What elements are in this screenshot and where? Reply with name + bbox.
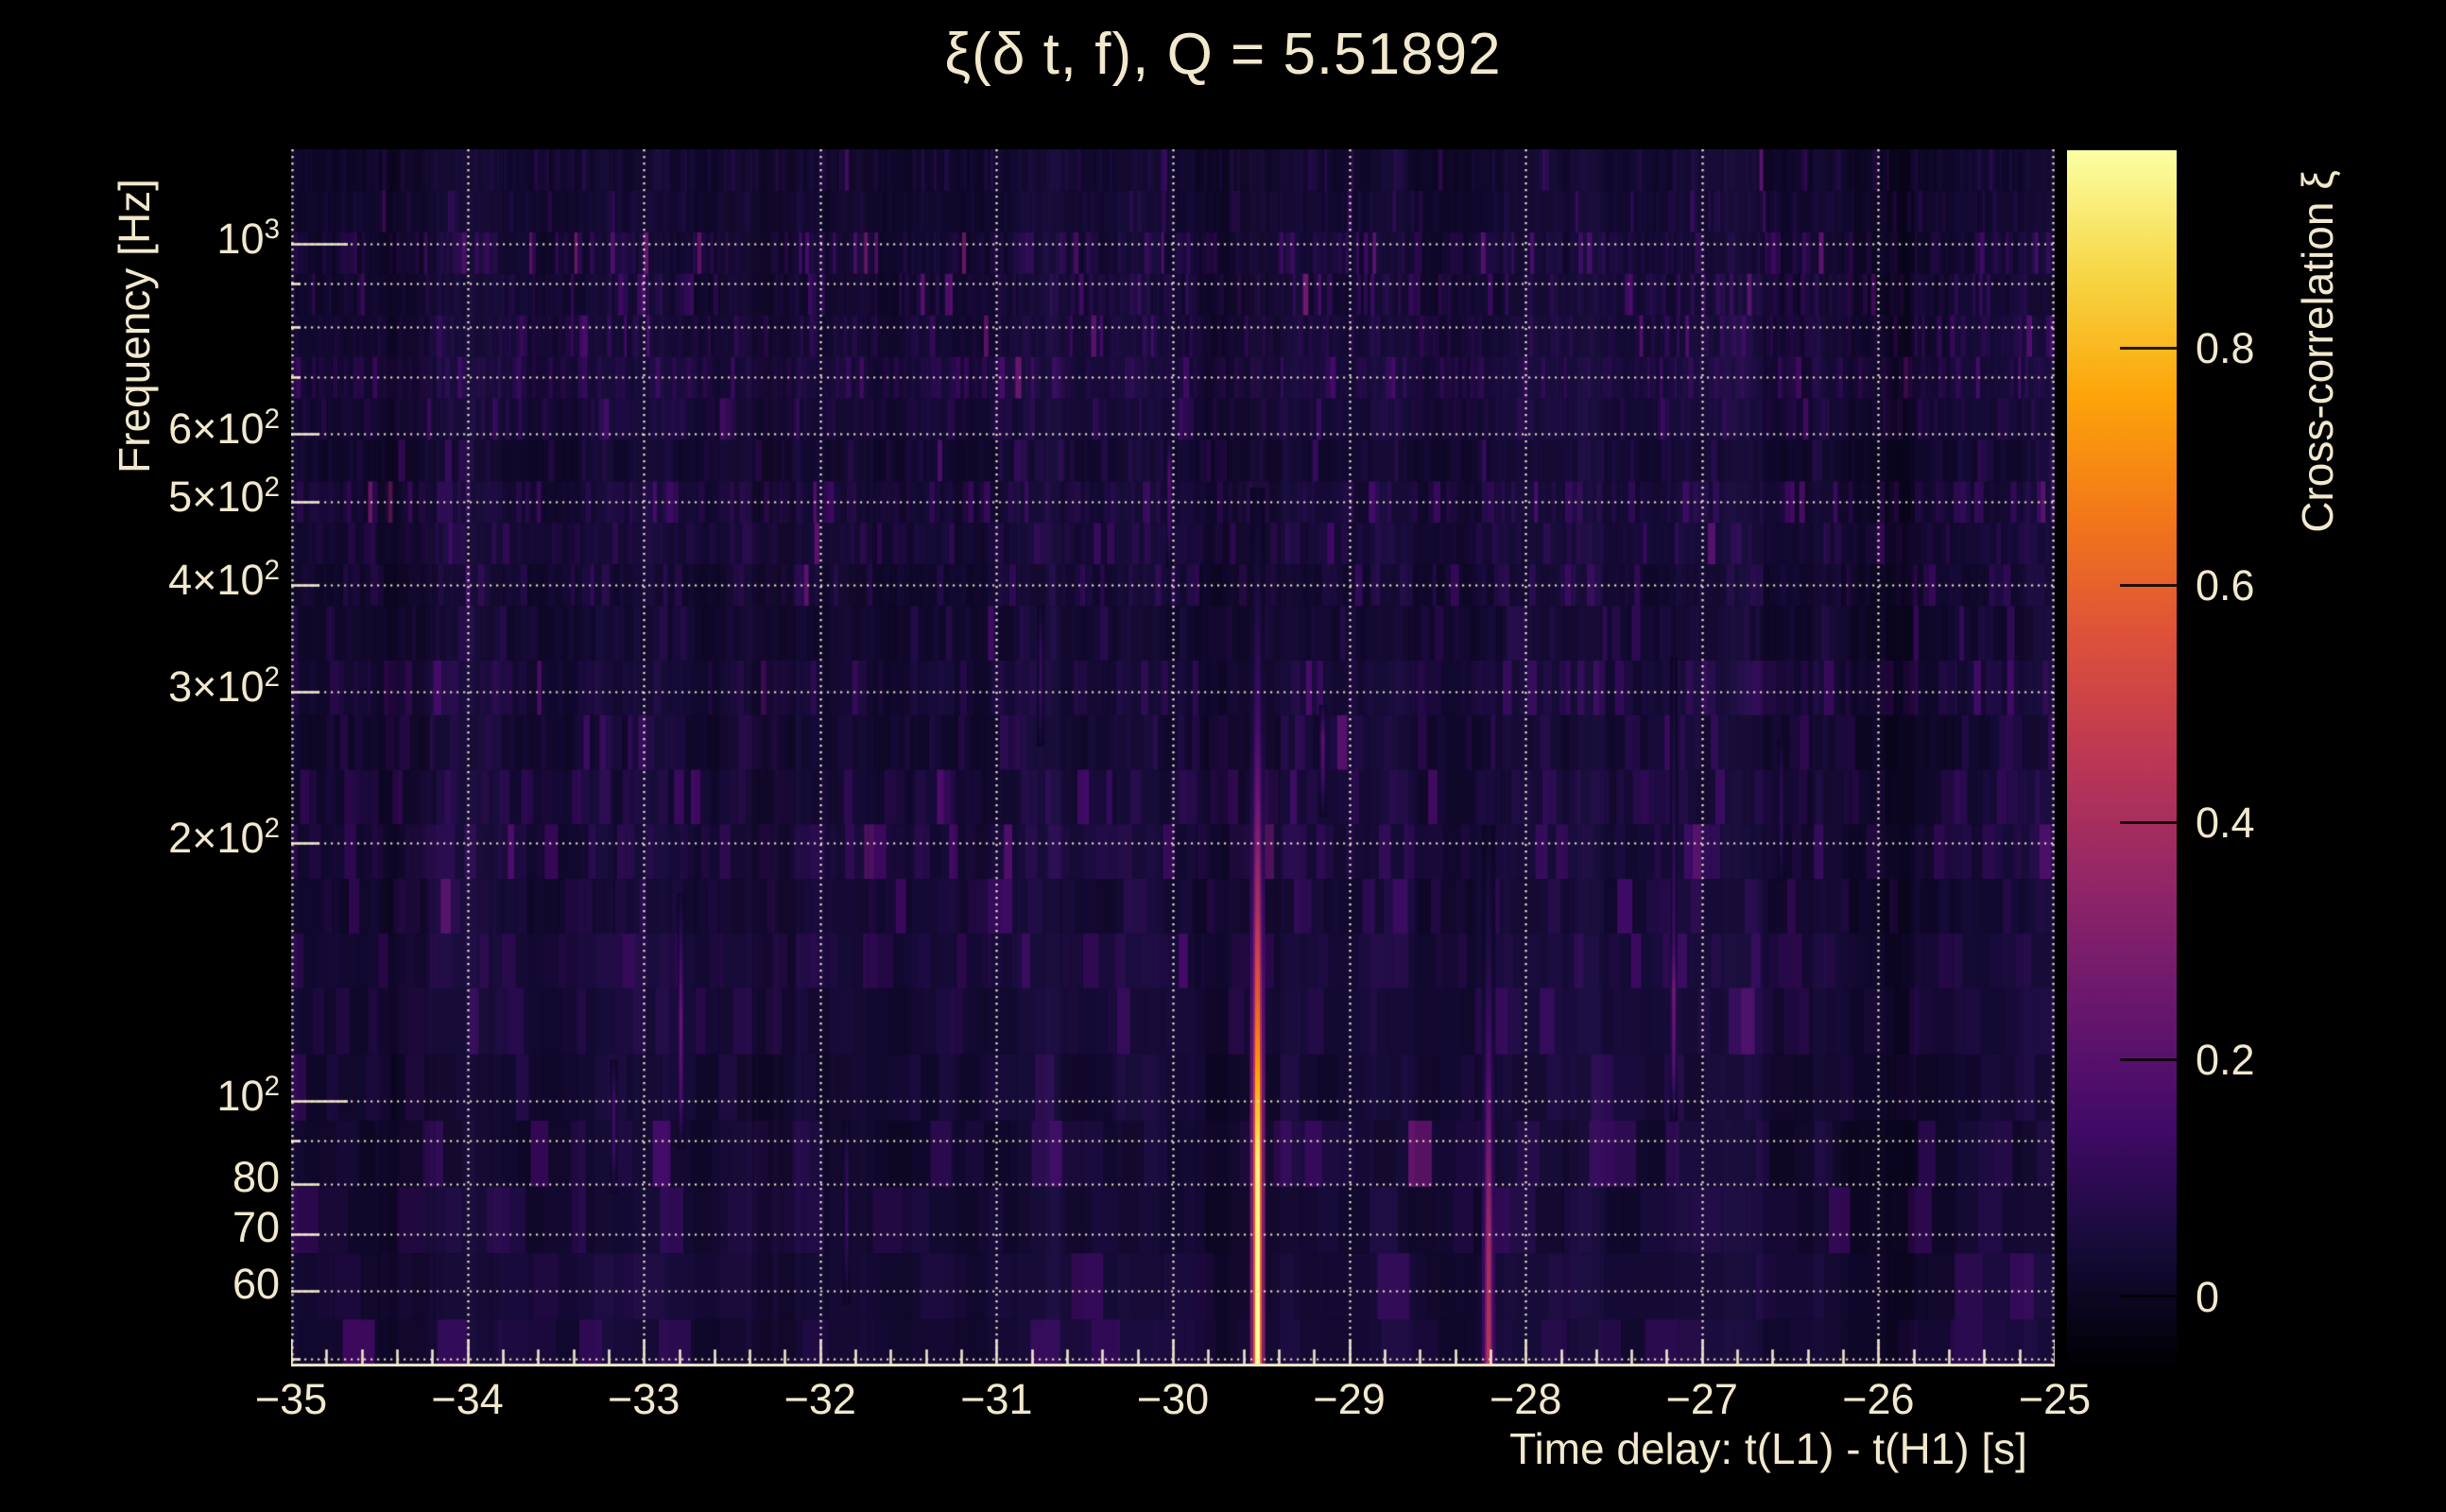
colorbar-tickmark-0.2 [2120, 1057, 2177, 1061]
colorbar-tick-label-0.6: 0.6 [2196, 561, 2255, 610]
x-tick-label--26: −26 [1842, 1375, 1915, 1423]
colorbar-tickmark-0.4 [2120, 820, 2177, 824]
colorbar-tick-label-0.8: 0.8 [2196, 324, 2255, 373]
x-tick-label--31: −31 [960, 1375, 1033, 1423]
y-tick-label-100: 102 [216, 1071, 280, 1121]
colorbar-tick-label-0.2: 0.2 [2196, 1036, 2255, 1085]
x-tick-label--25: −25 [2018, 1375, 2092, 1423]
x-tick-label--33: −33 [608, 1375, 680, 1423]
plot-title: ξ(δ t, f), Q = 5.51892 [944, 22, 1502, 87]
colorbar-tickmark-0.6 [2120, 583, 2177, 587]
y-tick-label-1000: 103 [216, 214, 280, 264]
x-tick-label--34: −34 [431, 1375, 504, 1423]
y-tick-label-500: 5×102 [168, 472, 280, 522]
y-tick-label-70: 70 [232, 1202, 280, 1251]
colorbar-tick-label-0: 0 [2196, 1272, 2220, 1321]
y-tick-label-600: 6×102 [168, 404, 280, 454]
colorbar-tick-label-0.4: 0.4 [2196, 799, 2255, 848]
colorbar-tickmark-0.8 [2120, 346, 2177, 350]
x-tick-label--27: −27 [1665, 1375, 1738, 1423]
colorbar-axis-title: Cross-correlation ξ [2293, 170, 2342, 533]
x-axis-title: Time delay: t(L1) - t(H1) [s] [1509, 1424, 2027, 1473]
x-tick-label--35: −35 [254, 1375, 328, 1423]
x-tick-label--30: −30 [1136, 1375, 1210, 1423]
x-tick-label--32: −32 [784, 1375, 856, 1423]
y-tick-label-60: 60 [232, 1260, 280, 1309]
y-tick-label-200: 2×102 [168, 813, 280, 863]
x-tick-label--29: −29 [1313, 1375, 1386, 1423]
y-tick-label-400: 4×102 [168, 555, 280, 605]
y-tick-label-80: 80 [232, 1152, 280, 1201]
cross-correlation-heatmap-canvas [291, 149, 2055, 1366]
qscan-cross-correlation-plot: ξ(δ t, f), Q = 5.51892 Frequency [Hz] Ti… [0, 0, 2446, 1512]
colorbar-tickmark-0 [2120, 1295, 2177, 1298]
x-tick-label--28: −28 [1490, 1375, 1562, 1423]
y-tick-label-300: 3×102 [168, 662, 280, 712]
colorbar-gradient [2067, 150, 2177, 1366]
